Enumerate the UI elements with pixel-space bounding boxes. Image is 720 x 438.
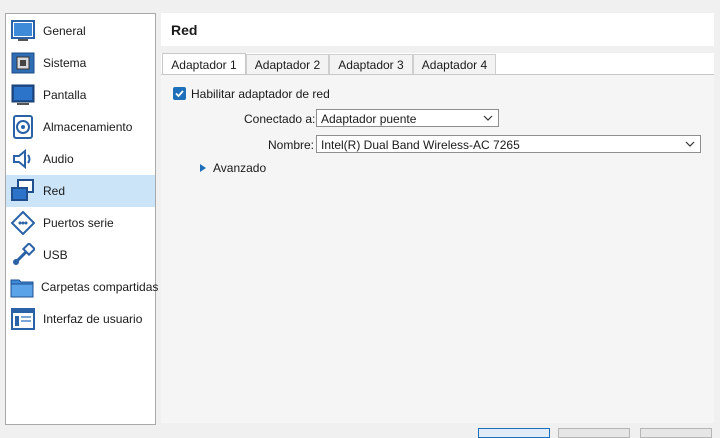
enable-adapter-checkbox[interactable]	[173, 87, 186, 100]
adapter-tab-body: Habilitar adaptador de red Conectado a: …	[161, 74, 714, 423]
sidebar-item-label: Puertos serie	[43, 216, 114, 230]
sidebar-item-label: Sistema	[43, 56, 87, 70]
sidebar-item-label: USB	[43, 248, 68, 262]
sidebar-item-label: General	[43, 24, 86, 38]
display-icon	[10, 82, 36, 108]
adapter-name-value: Intel(R) Dual Band Wireless-AC 7265	[321, 138, 520, 152]
audio-icon	[10, 146, 36, 172]
tab-label: Adaptador 1	[171, 57, 237, 72]
adapter-tabs: Adaptador 1 Adaptador 2 Adaptador 3 Adap…	[161, 53, 714, 75]
sidebar-item-almacenamiento[interactable]: Almacenamiento	[6, 111, 155, 143]
sidebar-item-pantalla[interactable]: Pantalla	[6, 79, 155, 111]
sidebar-item-label: Carpetas compartidas	[41, 280, 159, 294]
tab-label: Adaptador 2	[254, 57, 321, 72]
sidebar-item-audio[interactable]: Audio	[6, 143, 155, 175]
cancel-button[interactable]	[558, 428, 630, 438]
tab-adaptador-1[interactable]: Adaptador 1	[162, 53, 246, 75]
chevron-down-icon	[685, 141, 695, 147]
attached-to-value: Adaptador puente	[321, 112, 417, 126]
tab-adaptador-4[interactable]: Adaptador 4	[413, 54, 496, 74]
settings-sidebar: General Sistema Pantalla Almacenamiento …	[5, 13, 159, 425]
enable-adapter-label: Habilitar adaptador de red	[191, 87, 330, 101]
sidebar-item-label: Red	[43, 184, 66, 198]
tab-adaptador-3[interactable]: Adaptador 3	[329, 54, 413, 74]
tab-adaptador-2[interactable]: Adaptador 2	[246, 54, 329, 74]
sidebar-item-label: Audio	[43, 152, 74, 166]
sidebar-item-label: Pantalla	[43, 88, 87, 102]
page-title: Red	[171, 22, 198, 38]
tab-label: Adaptador 4	[421, 57, 488, 72]
sidebar-item-sistema[interactable]: Sistema	[6, 47, 155, 79]
expand-arrow-icon	[200, 164, 206, 172]
checkmark-icon	[175, 90, 184, 98]
chevron-down-icon	[483, 115, 493, 121]
adapter-name-select[interactable]: Intel(R) Dual Band Wireless-AC 7265	[316, 135, 701, 153]
network-icon	[10, 178, 36, 204]
general-icon	[10, 18, 36, 44]
sidebar-item-carpetas-compartidas[interactable]: Carpetas compartidas	[6, 271, 159, 303]
sidebar-item-red[interactable]: Red	[6, 175, 155, 207]
tab-label: Adaptador 3	[338, 57, 404, 72]
serial-ports-icon	[10, 210, 36, 236]
advanced-label: Avanzado	[213, 161, 267, 175]
attached-to-label: Conectado a:	[244, 112, 316, 126]
page-header: Red	[161, 13, 714, 46]
help-button[interactable]	[640, 428, 712, 438]
usb-icon	[10, 242, 36, 268]
sidebar-item-usb[interactable]: USB	[6, 239, 155, 271]
system-icon	[10, 50, 36, 76]
sidebar-item-label: Interfaz de usuario	[43, 312, 143, 326]
storage-icon	[10, 114, 36, 140]
name-label: Nombre:	[268, 138, 315, 152]
sidebar-item-puertos-serie[interactable]: Puertos serie	[6, 207, 155, 239]
network-panel: Adaptador 1 Adaptador 2 Adaptador 3 Adap…	[161, 53, 714, 423]
shared-folders-icon	[10, 274, 34, 300]
sidebar-item-general[interactable]: General	[6, 15, 155, 47]
attached-to-select[interactable]: Adaptador puente	[316, 109, 499, 127]
ok-button[interactable]	[478, 428, 550, 438]
sidebar-item-interfaz-de-usuario[interactable]: Interfaz de usuario	[6, 303, 155, 335]
user-interface-icon	[10, 306, 36, 332]
advanced-toggle[interactable]: Avanzado	[199, 161, 266, 175]
sidebar-item-label: Almacenamiento	[43, 120, 133, 134]
